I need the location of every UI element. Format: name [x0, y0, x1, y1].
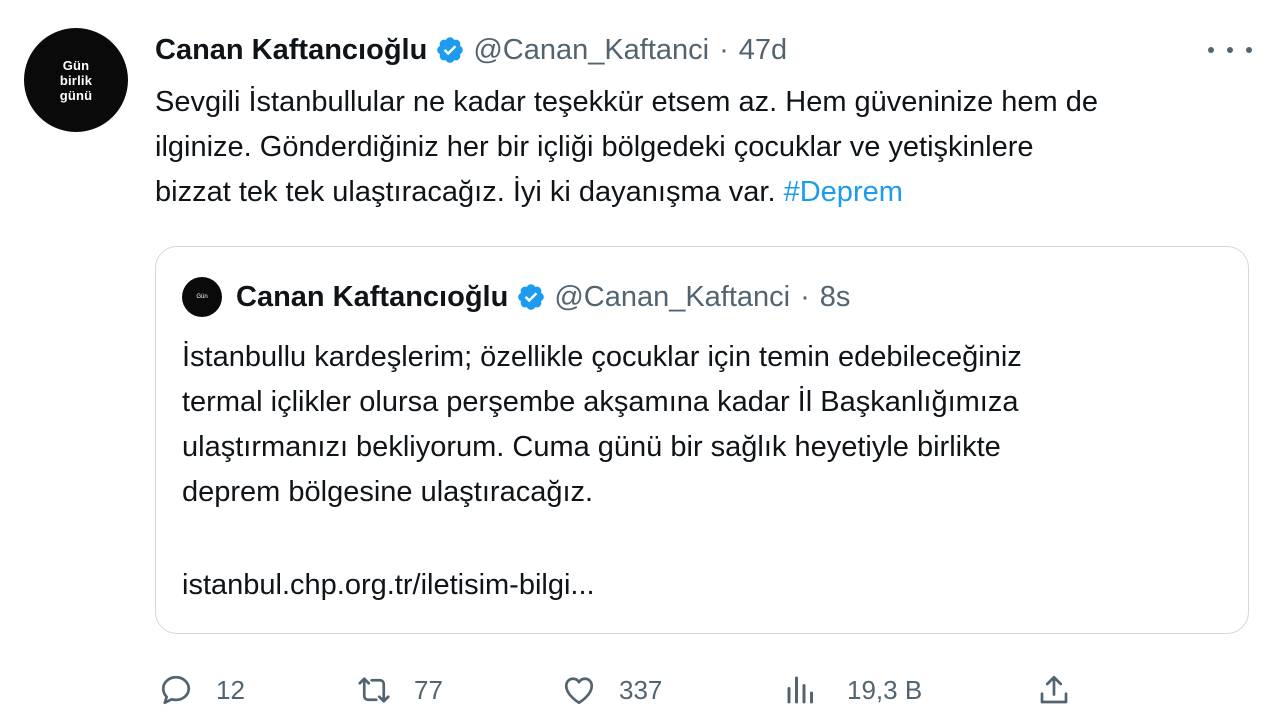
author-display-name[interactable]: Canan Kaftancıoğlu — [155, 34, 427, 67]
reply-count: 12 — [216, 674, 245, 705]
hashtag-link[interactable]: #Deprem — [784, 176, 903, 208]
verified-badge-icon[interactable] — [435, 35, 465, 65]
quoted-text-line: termal içlikler olursa perşembe akşamına… — [182, 386, 1019, 418]
quoted-text-line: ulaştırmanızı bekliyorum. Cuma günü bir … — [182, 431, 1001, 463]
share-button[interactable] — [1036, 668, 1094, 712]
avatar-text-line: birlik — [59, 72, 93, 88]
tweet[interactable]: Gün birlik günü Canan Kaftancıoğlu @Cana… — [0, 0, 1280, 720]
quoted-tweet-text: İstanbullu kardeşlerim; özellikle çocukl… — [182, 335, 1222, 515]
tweet-text-fragment: bizzat tek tek ulaştıracağız. İyi ki day… — [155, 176, 784, 208]
quoted-text-line: deprem bölgesine ulaştıracağız. — [182, 476, 594, 508]
quoted-tweet-header: Gün Canan Kaftancıoğlu @Canan_Kaftanci ·… — [182, 277, 850, 317]
quoted-author-handle[interactable]: @Canan_Kaftanci — [554, 281, 790, 314]
like-button[interactable]: 337 — [561, 668, 662, 712]
more-dots-icon[interactable] — [1208, 34, 1252, 66]
verified-badge-icon[interactable] — [516, 282, 546, 312]
like-count: 337 — [619, 674, 663, 705]
dot — [1227, 47, 1233, 53]
share-icon — [1040, 675, 1068, 704]
tweet-text: Sevgili İstanbullular ne kadar teşekkür … — [155, 80, 1235, 215]
retweet-count: 77 — [414, 674, 443, 705]
tweet-time[interactable]: 47d — [739, 34, 787, 67]
avatar-text-line: Gün — [62, 57, 90, 73]
quoted-tweet-time[interactable]: 8s — [820, 281, 851, 314]
quoted-tweet-link[interactable]: istanbul.chp.org.tr/iletisim-bilgi... — [182, 563, 595, 608]
views-count: 19,3 B — [847, 674, 923, 705]
tweet-header: Canan Kaftancıoğlu @Canan_Kaftanci · 47d — [155, 30, 787, 70]
views-button[interactable]: 19,3 B — [783, 668, 922, 712]
retweet-button[interactable]: 77 — [356, 668, 443, 712]
retweet-icon — [358, 677, 390, 703]
quoted-tweet[interactable]: Gün Canan Kaftancıoğlu @Canan_Kaftanci ·… — [155, 246, 1249, 634]
quoted-text-line: İstanbullu kardeşlerim; özellikle çocukl… — [182, 341, 1022, 373]
heart-icon — [564, 677, 594, 705]
dot — [1246, 47, 1252, 53]
author-handle[interactable]: @Canan_Kaftanci — [473, 34, 709, 67]
tweet-text-line: ilginize. Gönderdiğiniz her bir içliği b… — [155, 131, 1034, 163]
author-avatar[interactable]: Gün birlik günü — [24, 28, 128, 132]
reply-button[interactable]: 12 — [158, 668, 245, 712]
tweet-text-line: Sevgili İstanbullular ne kadar teşekkür … — [155, 86, 1098, 118]
header-separator: · — [800, 280, 810, 313]
views-chart-icon — [787, 676, 813, 704]
quoted-author-avatar[interactable]: Gün — [182, 277, 222, 317]
dot — [1208, 47, 1214, 53]
avatar-text-line: Gün — [196, 294, 208, 300]
avatar-text-line: günü — [59, 87, 93, 103]
tweet-text-line: bizzat tek tek ulaştıracağız. İyi ki day… — [155, 170, 1235, 215]
reply-icon — [161, 675, 191, 705]
header-separator: · — [719, 33, 729, 66]
quoted-author-display-name[interactable]: Canan Kaftancıoğlu — [236, 281, 508, 314]
tweet-actions: 12 77 337 19,3 B — [0, 668, 1280, 712]
